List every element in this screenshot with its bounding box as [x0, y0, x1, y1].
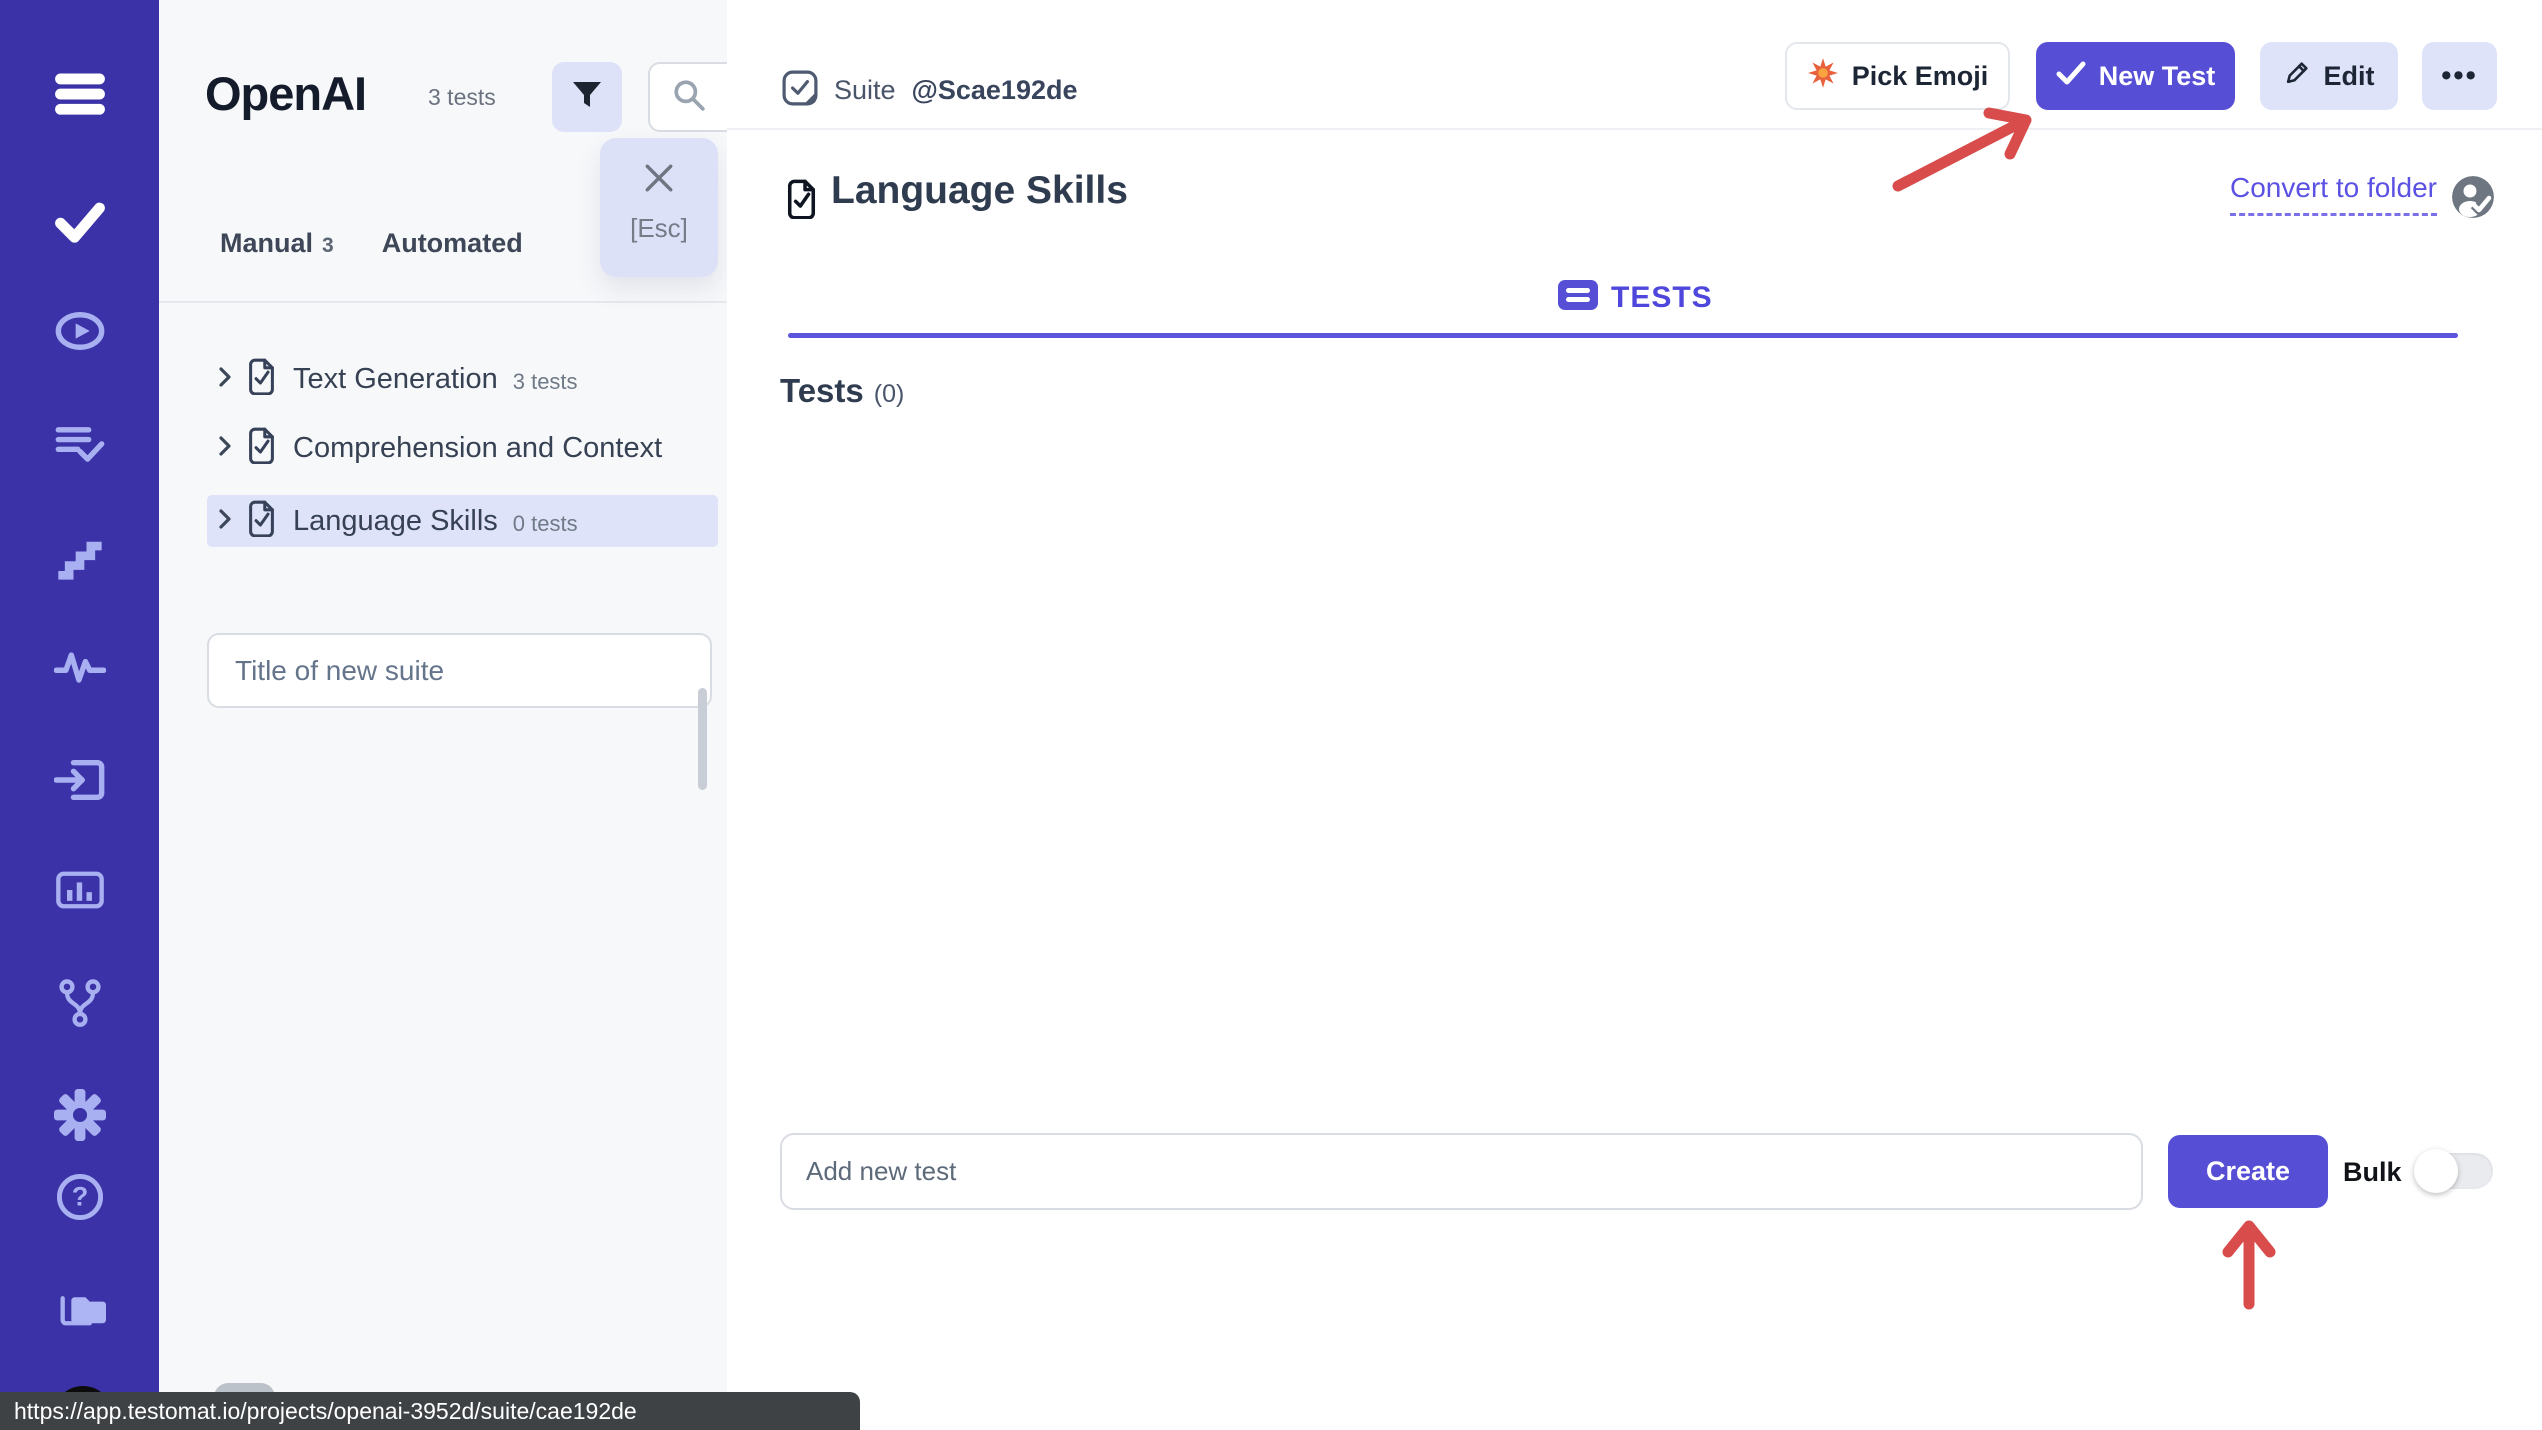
search-box[interactable]: [648, 62, 727, 132]
steps-icon[interactable]: [52, 530, 108, 586]
tests-heading: Tests (0): [780, 372, 904, 410]
suite-word: Suite: [834, 74, 896, 105]
chevron-right-icon[interactable]: [217, 365, 233, 394]
tab-manual-count: 3: [322, 234, 334, 257]
scrollbar-thumb[interactable]: [698, 688, 707, 790]
suite-check-icon: [782, 70, 818, 111]
close-icon[interactable]: [643, 162, 675, 199]
settings-gear-icon[interactable]: [52, 1087, 108, 1143]
suite-main: Suite @Scae192de Pick Emoji New Test Edi…: [727, 0, 2542, 1430]
edit-button[interactable]: Edit: [2260, 42, 2398, 110]
tests-heading-count: (0): [873, 380, 905, 408]
sign-in-icon[interactable]: [52, 752, 108, 808]
filter-icon: [571, 79, 603, 116]
project-panel: OpenAI 3 tests Manual 3 Automated [Esc] …: [159, 0, 727, 1430]
create-button[interactable]: Create: [2168, 1135, 2328, 1208]
suite-row-language-skills[interactable]: Language Skills 0 tests: [207, 495, 718, 547]
panel-tabs: Manual 3 Automated: [220, 228, 532, 259]
header-divider: [727, 128, 2542, 130]
tests-icon[interactable]: [52, 193, 108, 249]
tests-tab-icon: [1558, 280, 1598, 315]
new-test-label: New Test: [2098, 60, 2216, 91]
suite-doc-icon: [246, 427, 277, 469]
tabs-divider: [159, 301, 727, 303]
project-tests-count: 3 tests: [428, 84, 496, 110]
help-icon[interactable]: ?: [52, 1169, 108, 1225]
svg-text:?: ?: [71, 1181, 88, 1212]
link-preview-url: https://app.testomat.io/projects/openai-…: [14, 1397, 637, 1424]
tab-automated[interactable]: Automated: [382, 228, 532, 259]
suite-doc-icon: [246, 358, 277, 400]
suite-row-comprehension[interactable]: Comprehension and Context: [207, 422, 718, 474]
pulse-icon[interactable]: [52, 639, 108, 695]
tab-manual-label: Manual: [220, 228, 314, 258]
more-actions-button[interactable]: •••: [2422, 42, 2497, 110]
app-screen: ? OpenAI 3 tests Manual 3 Automated [Esc…: [0, 0, 2542, 1430]
chevron-right-icon[interactable]: [217, 434, 233, 463]
search-icon: [672, 78, 706, 117]
tab-manual[interactable]: Manual 3: [220, 228, 334, 259]
new-test-button[interactable]: New Test: [2036, 42, 2235, 110]
esc-hint: [Esc]: [630, 213, 688, 243]
menu-icon[interactable]: [52, 65, 108, 121]
tests-heading-label: Tests: [780, 372, 864, 409]
annotation-arrow-new-test: [1892, 107, 2032, 192]
user-check-avatar[interactable]: [2452, 176, 2494, 218]
suite-breadcrumb: Suite @Scae192de: [782, 70, 1078, 110]
link-preview-bar: https://app.testomat.io/projects/openai-…: [0, 1392, 860, 1430]
create-label: Create: [2205, 1156, 2291, 1186]
bulk-toggle[interactable]: [2414, 1149, 2493, 1193]
pencil-icon: [2284, 59, 2311, 93]
close-filter-popup[interactable]: [Esc]: [600, 138, 718, 277]
tab-tests[interactable]: TESTS: [1558, 280, 1713, 315]
pick-emoji-label: Pick Emoji: [1851, 60, 1989, 91]
tests-tab-label: TESTS: [1611, 280, 1713, 314]
suite-label: Language Skills: [293, 504, 498, 537]
suite-count: 0 tests: [512, 510, 578, 536]
collision-emoji-icon: [1807, 57, 1839, 96]
runs-icon[interactable]: [52, 303, 108, 359]
suite-label: Text Generation: [293, 362, 498, 395]
app-sidebar: ?: [0, 0, 159, 1430]
page-title: Language Skills: [831, 169, 1128, 212]
bulk-label: Bulk: [2343, 1156, 2402, 1187]
suite-count: 3 tests: [512, 368, 578, 394]
more-icon: •••: [2441, 59, 2478, 92]
tab-automated-label: Automated: [381, 228, 523, 258]
projects-icon[interactable]: [52, 1279, 108, 1335]
filter-button[interactable]: [552, 62, 622, 132]
suite-row-text-generation[interactable]: Text Generation 3 tests: [207, 353, 718, 405]
chevron-right-icon[interactable]: [217, 507, 233, 536]
suite-id: @Scae192de: [911, 74, 1078, 105]
branches-icon[interactable]: [52, 974, 108, 1030]
suite-doc-icon: [246, 500, 277, 542]
edit-label: Edit: [2323, 60, 2375, 91]
bulk-toggle-knob[interactable]: [2414, 1149, 2458, 1193]
doc-check-icon: [785, 179, 818, 224]
check-icon: [2056, 61, 2086, 92]
suite-label: Comprehension and Context: [293, 431, 663, 464]
pick-emoji-button[interactable]: Pick Emoji: [1785, 42, 2010, 110]
annotation-arrow-create: [2222, 1220, 2276, 1310]
active-tab-underline: [788, 333, 2458, 338]
convert-to-folder-link[interactable]: Convert to folder: [2230, 172, 2437, 216]
analytics-icon[interactable]: [52, 862, 108, 918]
project-title: OpenAI: [205, 67, 367, 120]
run-checklist-icon[interactable]: [52, 417, 108, 473]
add-new-test-input[interactable]: [780, 1133, 2143, 1210]
new-suite-title-input[interactable]: [207, 633, 712, 708]
